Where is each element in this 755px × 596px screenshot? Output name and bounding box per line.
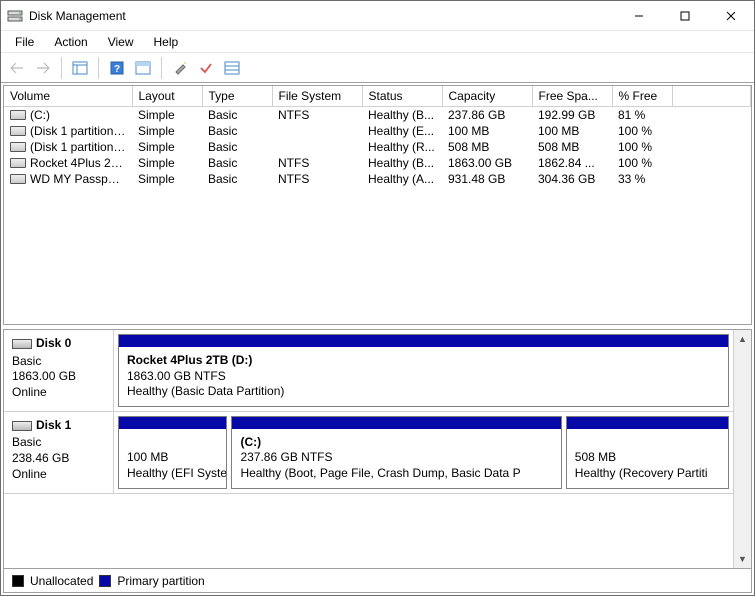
disk-icon: [12, 421, 32, 431]
partition-block[interactable]: 100 MBHealthy (EFI Syste: [118, 416, 227, 489]
disk-row: Disk 0Basic1863.00 GBOnlineRocket 4Plus …: [4, 330, 733, 412]
apply-button[interactable]: [194, 56, 218, 80]
col-filesystem[interactable]: File System: [272, 86, 362, 106]
legend-swatch-unallocated: [12, 575, 24, 587]
vertical-scrollbar[interactable]: ▲ ▼: [733, 330, 751, 568]
col-capacity[interactable]: Capacity: [442, 86, 532, 106]
maximize-button[interactable]: [662, 1, 708, 31]
volume-name-cell: (C:): [4, 106, 132, 123]
volume-icon: [10, 174, 26, 184]
minimize-button[interactable]: [616, 1, 662, 31]
partition-colorbar: [232, 417, 560, 429]
volume-name-cell: (Disk 1 partition 1): [4, 123, 132, 139]
toolbar: ?: [1, 53, 754, 83]
partition-area: 100 MBHealthy (EFI Syste(C:)237.86 GB NT…: [114, 412, 733, 493]
volume-name-cell: Rocket 4Plus 2TB (...: [4, 155, 132, 171]
volume-name-cell: WD MY Passport (...: [4, 171, 132, 187]
partition-colorbar: [119, 335, 728, 347]
menu-help[interactable]: Help: [146, 33, 187, 51]
disk-icon: [12, 339, 32, 349]
disk-header[interactable]: Disk 0Basic1863.00 GBOnline: [4, 330, 114, 411]
legend-primary-label: Primary partition: [117, 574, 204, 588]
content-area: Volume Layout Type File System Status Ca…: [1, 83, 754, 595]
table-row[interactable]: (Disk 1 partition 1)SimpleBasicHealthy (…: [4, 123, 751, 139]
partition-colorbar: [567, 417, 728, 429]
volume-icon: [10, 110, 26, 120]
window-title: Disk Management: [29, 9, 126, 23]
table-row[interactable]: Rocket 4Plus 2TB (...SimpleBasicNTFSHeal…: [4, 155, 751, 171]
table-row[interactable]: WD MY Passport (...SimpleBasicNTFSHealth…: [4, 171, 751, 187]
view-settings-button[interactable]: [68, 56, 92, 80]
back-button[interactable]: [5, 56, 29, 80]
close-button[interactable]: [708, 1, 754, 31]
partition-colorbar: [119, 417, 226, 429]
volume-list-pane: Volume Layout Type File System Status Ca…: [3, 85, 752, 325]
list-view-button[interactable]: [220, 56, 244, 80]
table-row[interactable]: (C:)SimpleBasicNTFSHealthy (B...237.86 G…: [4, 106, 751, 123]
help-button[interactable]: ?: [105, 56, 129, 80]
app-icon: [7, 8, 23, 24]
action-wizard-button[interactable]: [168, 56, 192, 80]
scroll-down-button[interactable]: ▼: [734, 550, 751, 568]
legend-unallocated-label: Unallocated: [30, 574, 93, 588]
col-blank[interactable]: [672, 86, 751, 106]
col-layout[interactable]: Layout: [132, 86, 202, 106]
svg-text:?: ?: [114, 64, 120, 75]
legend-swatch-primary: [99, 575, 111, 587]
menu-file[interactable]: File: [7, 33, 42, 51]
volume-table: Volume Layout Type File System Status Ca…: [4, 86, 751, 187]
menu-view[interactable]: View: [100, 33, 142, 51]
col-pctfree[interactable]: % Free: [612, 86, 672, 106]
disk-row: Disk 1Basic238.46 GBOnline 100 MBHealthy…: [4, 412, 733, 494]
volume-icon: [10, 158, 26, 168]
table-row[interactable]: (Disk 1 partition 4)SimpleBasicHealthy (…: [4, 139, 751, 155]
col-status[interactable]: Status: [362, 86, 442, 106]
menu-action[interactable]: Action: [46, 33, 95, 51]
forward-button[interactable]: [31, 56, 55, 80]
col-volume[interactable]: Volume: [4, 86, 132, 106]
partition-area: Rocket 4Plus 2TB (D:)1863.00 GB NTFSHeal…: [114, 330, 733, 411]
partition-block[interactable]: (C:)237.86 GB NTFSHealthy (Boot, Page Fi…: [231, 416, 561, 489]
volume-icon: [10, 126, 26, 136]
disk-graphical-pane: Disk 0Basic1863.00 GBOnlineRocket 4Plus …: [3, 329, 752, 569]
partition-block[interactable]: 508 MBHealthy (Recovery Partiti: [566, 416, 729, 489]
volume-name-cell: (Disk 1 partition 4): [4, 139, 132, 155]
col-type[interactable]: Type: [202, 86, 272, 106]
scroll-up-button[interactable]: ▲: [734, 330, 751, 348]
col-freespace[interactable]: Free Spa...: [532, 86, 612, 106]
menubar: File Action View Help: [1, 31, 754, 53]
view-top-button[interactable]: [131, 56, 155, 80]
partition-block[interactable]: Rocket 4Plus 2TB (D:)1863.00 GB NTFSHeal…: [118, 334, 729, 407]
legend-bar: Unallocated Primary partition: [3, 569, 752, 593]
disk-header[interactable]: Disk 1Basic238.46 GBOnline: [4, 412, 114, 493]
titlebar: Disk Management: [1, 1, 754, 31]
column-header-row: Volume Layout Type File System Status Ca…: [4, 86, 751, 106]
volume-icon: [10, 142, 26, 152]
